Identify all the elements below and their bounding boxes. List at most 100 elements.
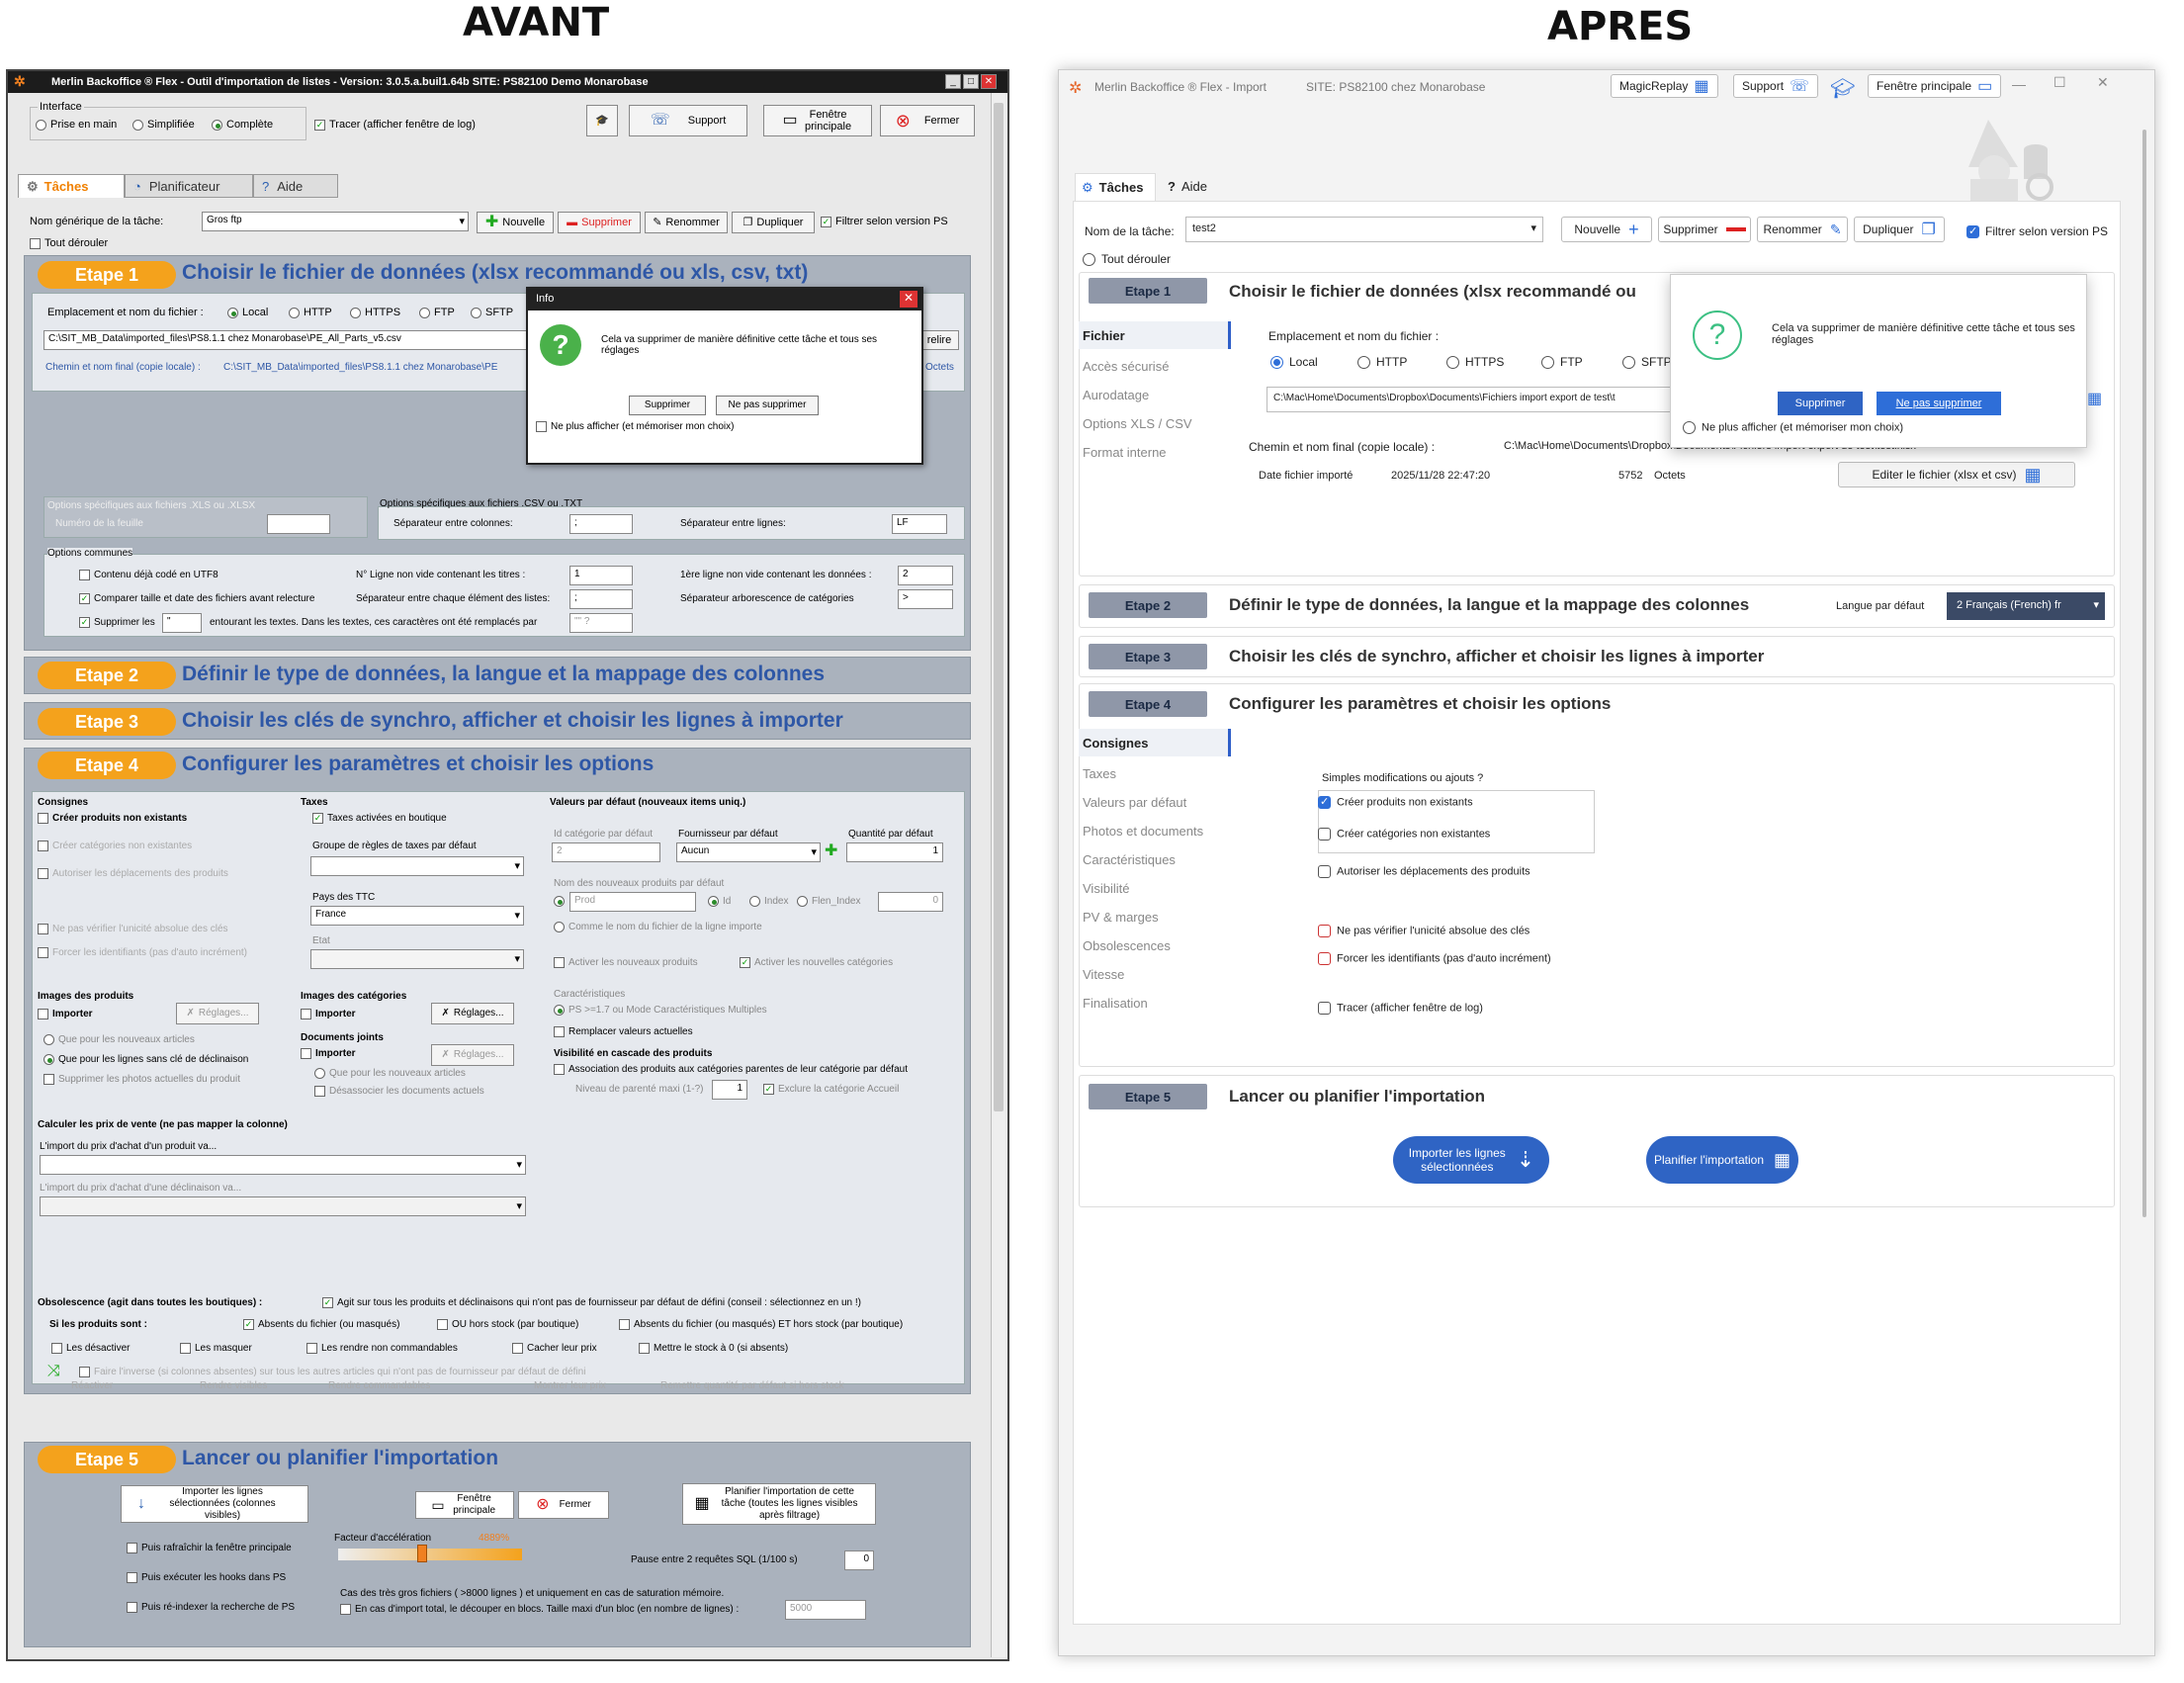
num-feuille-input[interactable] bbox=[267, 514, 330, 534]
suppr-photos-checkbox[interactable]: Supprimer les photos actuelles du produi… bbox=[44, 1074, 240, 1085]
side-visibilite[interactable]: Visibilité bbox=[1083, 881, 1129, 896]
file-path-input[interactable]: C:\Mac\Home\Documents\Dropbox\Documents\… bbox=[1267, 387, 1694, 412]
pays-select[interactable]: France bbox=[310, 906, 524, 926]
radio-local[interactable]: Local bbox=[227, 307, 268, 318]
decouper-input[interactable]: 5000 bbox=[785, 1600, 866, 1620]
reindexer-checkbox[interactable]: Puis ré-indexer la recherche de PS bbox=[127, 1602, 295, 1613]
side-caracteristiques[interactable]: Caractéristiques bbox=[1083, 852, 1176, 867]
cacher-checkbox[interactable]: Cacher leur prix bbox=[512, 1343, 597, 1354]
abs1-checkbox[interactable]: ✓ Absents du fichier (ou masqués) bbox=[243, 1319, 399, 1330]
scrollbar-thumb[interactable] bbox=[2142, 130, 2146, 1217]
tracer-checkbox[interactable]: Tracer (afficher fenêtre de log) bbox=[1318, 1002, 1483, 1015]
utf8-checkbox[interactable]: Contenu déjà codé en UTF8 bbox=[79, 570, 218, 580]
scrollbar-thumb[interactable] bbox=[994, 103, 1004, 1111]
sep-chaque-input[interactable]: ; bbox=[569, 589, 633, 609]
radio-que-nouv[interactable]: Que pour les nouveaux articles bbox=[44, 1034, 195, 1045]
radio-comme[interactable]: Comme le nom du fichier de la ligne impo… bbox=[554, 922, 762, 932]
side-fichier[interactable]: Fichier bbox=[1079, 321, 1231, 349]
rendre-checkbox[interactable]: Les rendre non commandables bbox=[306, 1343, 458, 1354]
prix1-select[interactable] bbox=[40, 1155, 526, 1175]
maximize-button[interactable]: ☐ bbox=[2053, 74, 2066, 91]
radio-prise-en-main[interactable]: Prise en main bbox=[36, 119, 117, 131]
radio-id[interactable]: Id bbox=[708, 896, 731, 907]
prod-input[interactable]: Prod bbox=[569, 892, 696, 912]
taxes-act-checkbox[interactable]: ✓ Taxes activées en boutique bbox=[312, 813, 447, 824]
hooks-checkbox[interactable]: Puis exécuter les hooks dans PS bbox=[127, 1572, 286, 1583]
tab-aide[interactable]: ? Aide bbox=[253, 174, 338, 198]
dupliquer-button[interactable]: Dupliquer ❐ bbox=[1854, 217, 1945, 242]
radio-http[interactable]: HTTP bbox=[289, 307, 332, 318]
dialog-close-button[interactable]: ✕ bbox=[900, 291, 917, 308]
qte-input[interactable]: 1 bbox=[846, 842, 943, 862]
docs-reglages-button[interactable]: ✗ Réglages... bbox=[431, 1044, 514, 1066]
radio-https[interactable]: HTTPS bbox=[1446, 355, 1504, 370]
importer-lignes-button[interactable]: Importer les lignes sélectionnées ⇣ bbox=[1393, 1136, 1549, 1184]
ne-pas-checkbox[interactable]: Ne pas vérifier l'unicité absolue des cl… bbox=[1318, 925, 1529, 937]
prix2-select[interactable] bbox=[40, 1196, 526, 1216]
radio-sftp[interactable]: SFTP bbox=[1622, 355, 1672, 370]
side-pv-marges[interactable]: PV & marges bbox=[1083, 910, 1159, 925]
groupe-select[interactable] bbox=[310, 856, 524, 876]
decouper-checkbox[interactable]: En cas d'import total, le découper en bl… bbox=[340, 1604, 739, 1615]
n-ligne-input[interactable]: 1 bbox=[569, 566, 633, 585]
dialog-nomore-checkbox[interactable]: Ne plus afficher (et mémoriser mon choix… bbox=[536, 421, 734, 432]
sep-col-input[interactable]: ; bbox=[569, 514, 633, 534]
side-format-interne[interactable]: Format interne bbox=[1083, 445, 1167, 460]
radio-simplifiee[interactable]: Simplifiée bbox=[132, 119, 195, 131]
assoc-checkbox[interactable]: Association des produits aux catégories … bbox=[554, 1064, 908, 1075]
vertical-scrollbar[interactable] bbox=[2140, 110, 2148, 1652]
desassoc-checkbox[interactable]: Désassocier les documents actuels bbox=[314, 1086, 484, 1097]
support-button[interactable]: Support ☏ bbox=[1733, 74, 1819, 98]
supprimer-button[interactable]: ▬ Supprimer bbox=[558, 212, 641, 233]
tracer-checkbox[interactable]: ✓ Tracer (afficher fenêtre de log) bbox=[314, 119, 476, 131]
sep-lig-input[interactable]: LF bbox=[892, 514, 947, 534]
supprimer-char-input[interactable]: " bbox=[162, 613, 202, 633]
radio-local[interactable]: Local bbox=[1270, 355, 1318, 370]
premiere-input[interactable]: 2 bbox=[898, 566, 953, 585]
supprimer-button[interactable]: Supprimer bbox=[1658, 217, 1751, 242]
dialog-supprimer-button[interactable]: Supprimer bbox=[629, 396, 706, 415]
close-button[interactable]: ✕ bbox=[981, 74, 997, 89]
tab-planificateur[interactable]: ◔ Planificateur bbox=[125, 174, 253, 198]
radio-flen[interactable]: Flen_Index bbox=[797, 896, 860, 907]
radio-que-nouv2[interactable]: Que pour les nouveaux articles bbox=[314, 1068, 466, 1079]
rafraichir-checkbox[interactable]: Puis rafraîchir la fenêtre principale bbox=[127, 1543, 292, 1553]
radio-http[interactable]: HTTP bbox=[1357, 355, 1407, 370]
forcer-checkbox[interactable]: Forcer les identifiants (pas d'auto incr… bbox=[38, 947, 247, 958]
renommer-button[interactable]: Renommer ✎ bbox=[1757, 217, 1848, 242]
radio-sftp[interactable]: SFTP bbox=[471, 307, 513, 318]
radio-index[interactable]: Index bbox=[749, 896, 788, 907]
graduation-cap-icon[interactable]: 🎓︎ bbox=[1830, 76, 1855, 101]
agit-checkbox[interactable]: ✓ Agit sur tous les produits et déclinais… bbox=[322, 1297, 861, 1308]
radio-prod[interactable] bbox=[554, 896, 568, 907]
close-button[interactable]: ✕ bbox=[2097, 74, 2109, 91]
tab-aide[interactable]: ? Aide bbox=[1168, 179, 1207, 194]
support-button[interactable]: ☏ Support bbox=[629, 105, 747, 136]
sep-arbo-input[interactable]: > bbox=[898, 589, 953, 609]
ou-hors-checkbox[interactable]: OU hors stock (par boutique) bbox=[437, 1319, 578, 1330]
facteur-slider[interactable] bbox=[338, 1549, 522, 1560]
desact-checkbox[interactable]: Les désactiver bbox=[51, 1343, 130, 1354]
nouvelle-button[interactable]: ✚ Nouvelle bbox=[477, 212, 554, 233]
abs2-checkbox[interactable]: Absents du fichier (ou masqués) ET hors … bbox=[619, 1319, 903, 1330]
img-prod-importer-checkbox[interactable]: Importer bbox=[38, 1009, 93, 1019]
fenetre-principale-button[interactable]: ▭ Fenêtre principale bbox=[763, 105, 872, 136]
creer-prod-checkbox[interactable]: Créer produits non existants bbox=[1318, 795, 1473, 809]
fermer-button[interactable]: ⊗ Fermer bbox=[880, 105, 975, 136]
id-cat-input[interactable]: 2 bbox=[552, 842, 660, 862]
fermer-button-2[interactable]: ⊗ Fermer bbox=[518, 1491, 609, 1519]
faire-checkbox[interactable]: Faire l'inverse (si colonnes absentes) s… bbox=[79, 1367, 585, 1377]
side-finalisation[interactable]: Finalisation bbox=[1083, 996, 1148, 1011]
cap-icon[interactable]: 🎓 bbox=[586, 105, 618, 136]
renommer-button[interactable]: ✎ Renommer bbox=[645, 212, 728, 233]
vertical-scrollbar[interactable] bbox=[991, 93, 1005, 1657]
radio-ftp[interactable]: FTP bbox=[419, 307, 455, 318]
relire-button[interactable]: relire bbox=[919, 330, 959, 350]
side-taxes[interactable]: Taxes bbox=[1083, 766, 1116, 781]
fourn-select[interactable]: Aucun bbox=[676, 842, 821, 862]
radio-ftp[interactable]: FTP bbox=[1541, 355, 1583, 370]
minimize-button[interactable]: _ bbox=[945, 74, 961, 89]
task-select[interactable]: Gros ftp bbox=[202, 212, 469, 231]
filtrer-checkbox[interactable]: Filtrer selon version PS bbox=[1966, 224, 2108, 239]
flen-input[interactable]: 0 bbox=[878, 892, 943, 912]
